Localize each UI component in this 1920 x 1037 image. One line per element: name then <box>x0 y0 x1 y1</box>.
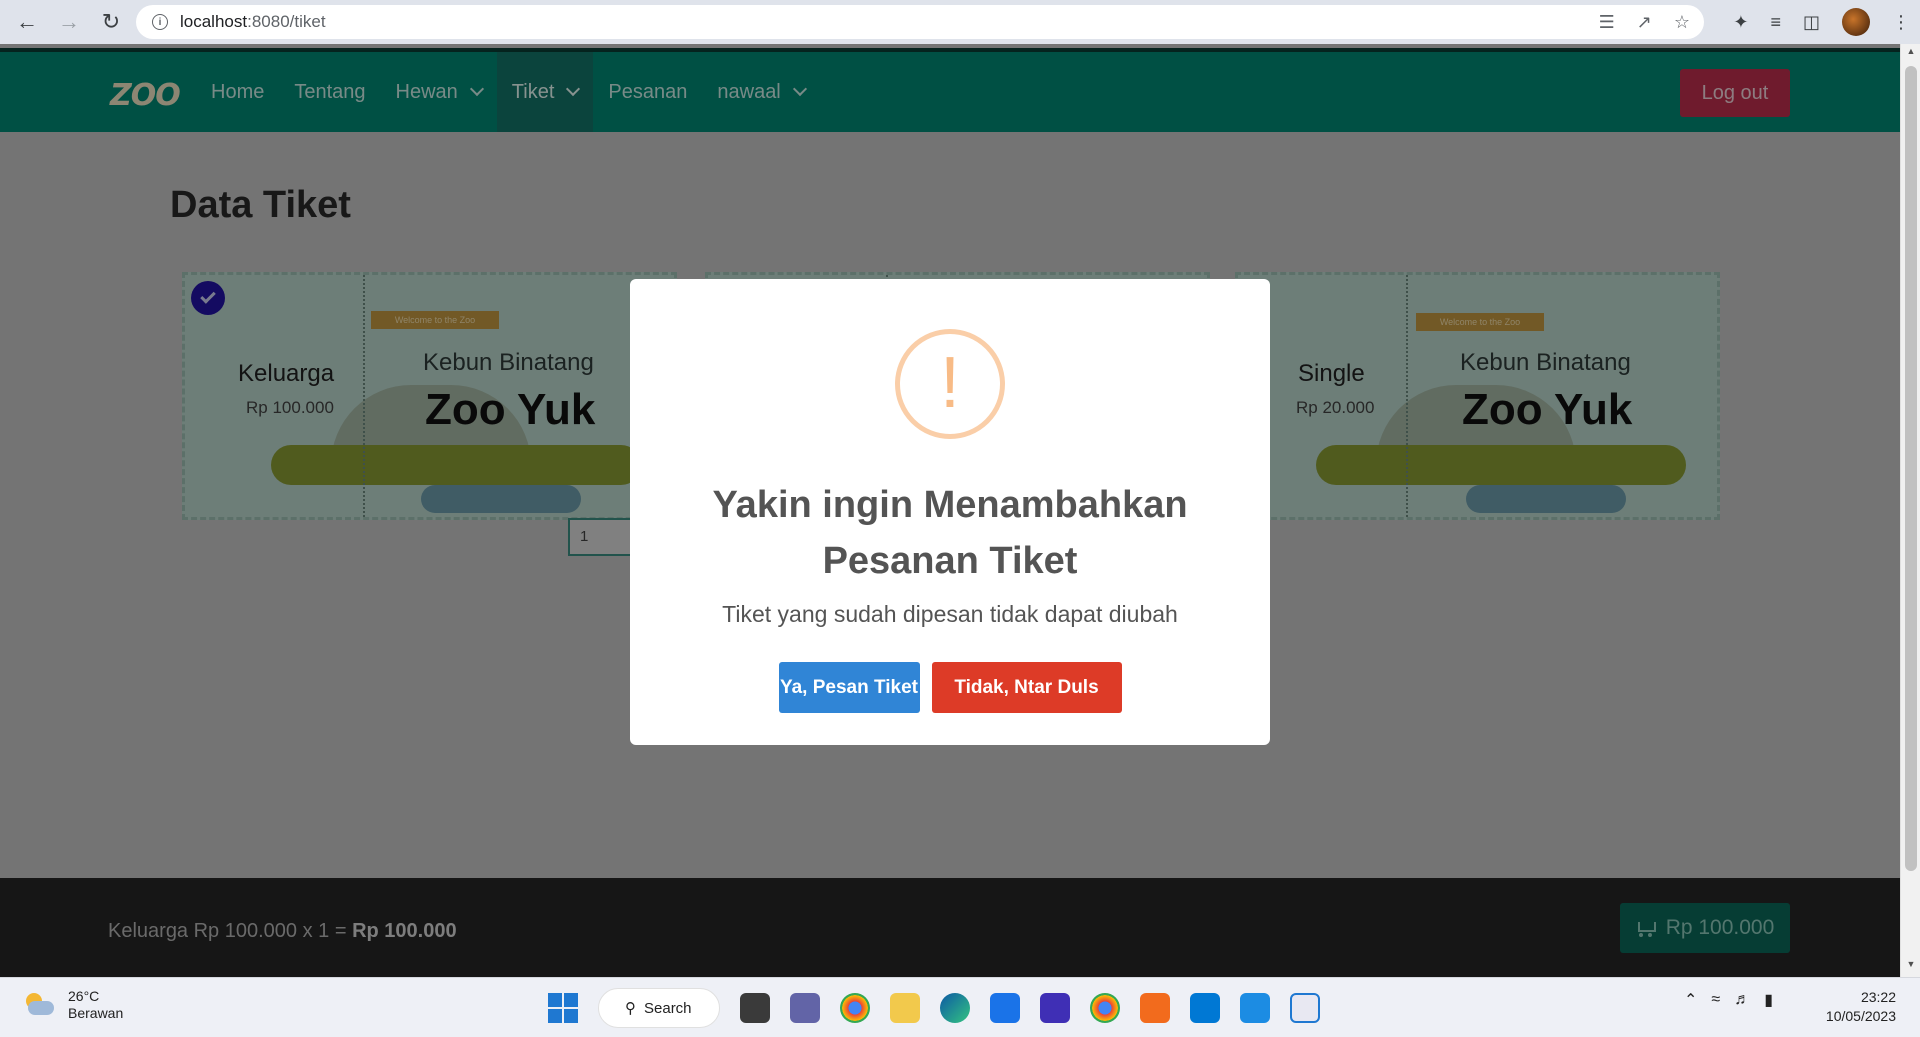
teams-chat-icon[interactable] <box>790 993 820 1023</box>
reload-icon[interactable]: ↻ <box>96 7 126 37</box>
battery-icon[interactable]: ▮ <box>1764 990 1773 1010</box>
scrollbar-thumb[interactable] <box>1905 66 1917 871</box>
dialog-message: Tiket yang sudah dipesan tidak dapat diu… <box>722 601 1178 627</box>
weather-widget[interactable]: 26°C Berawan <box>22 988 123 1022</box>
file-explorer-icon[interactable] <box>890 993 920 1023</box>
taskbar-search[interactable]: ⚲ Search <box>598 988 720 1028</box>
vscode-icon[interactable] <box>1190 993 1220 1023</box>
page-scrollbar[interactable]: ▲ ▼ <box>1900 44 1920 977</box>
menu-kebab-icon[interactable]: ⋮ <box>1892 12 1910 33</box>
wifi-icon[interactable]: ≈ <box>1711 991 1720 1009</box>
cancel-order-button[interactable]: Tidak, Ntar Duls <box>931 662 1122 713</box>
side-panel-icon[interactable]: ◫ <box>1803 12 1820 33</box>
share-icon[interactable]: ↗ <box>1637 12 1652 33</box>
warning-icon: ! <box>895 329 1005 439</box>
url-text: localhost:8080/tiket <box>180 12 326 32</box>
system-clock[interactable]: 23:22 10/05/2023 <box>1810 988 1896 1026</box>
reading-list-icon[interactable]: ≡ <box>1770 12 1781 33</box>
address-bar[interactable]: i localhost:8080/tiket ☰ ↗ ☆ <box>136 5 1704 39</box>
clock-time: 23:22 <box>1860 989 1896 1005</box>
paint-icon[interactable] <box>1240 993 1270 1023</box>
translate-icon[interactable]: ☰ <box>1599 12 1615 33</box>
confirm-order-dialog: ! Yakin ingin Menambahkan Pesanan Tiket … <box>630 279 1270 745</box>
taskbar-apps: ⚲ Search <box>548 986 1320 1030</box>
volume-icon[interactable]: ♬ <box>1734 991 1750 1009</box>
back-icon[interactable]: ← <box>12 7 42 37</box>
scroll-up-icon[interactable]: ▲ <box>1901 46 1920 62</box>
windows-taskbar: 26°C Berawan ⚲ Search ⌃ ≈ ♬ ▮ 23:22 10/05… <box>0 977 1920 1037</box>
bookmark-star-icon[interactable]: ☆ <box>1674 12 1690 33</box>
search-icon: ⚲ <box>625 1000 636 1017</box>
url-path: :8080/tiket <box>247 12 326 31</box>
confirm-order-button[interactable]: Ya, Pesan Tiket <box>778 662 920 713</box>
snipping-tool-icon[interactable] <box>1290 993 1320 1023</box>
clock-date: 10/05/2023 <box>1825 1008 1896 1024</box>
xampp-icon[interactable] <box>1140 993 1170 1023</box>
scroll-down-icon[interactable]: ▼ <box>1901 959 1920 975</box>
forward-icon[interactable]: → <box>54 7 84 37</box>
mail-icon[interactable] <box>990 993 1020 1023</box>
profile-avatar[interactable] <box>1842 8 1870 36</box>
weather-temperature: 26°C <box>68 988 100 1004</box>
chevron-up-icon[interactable]: ⌃ <box>1684 990 1697 1010</box>
edge-icon[interactable] <box>940 993 970 1023</box>
chrome-profile-icon[interactable] <box>1090 993 1120 1023</box>
url-host: localhost <box>180 12 248 31</box>
partly-cloudy-icon <box>22 993 56 1017</box>
browser-toolbar: ← → ↻ i localhost:8080/tiket ☰ ↗ ☆ ✦ ≡ ◫… <box>0 0 1920 44</box>
windows-start-icon[interactable] <box>548 993 578 1023</box>
extensions-icon[interactable]: ✦ <box>1733 12 1748 33</box>
system-tray: ⌃ ≈ ♬ ▮ <box>1684 990 1773 1010</box>
weather-description: Berawan <box>68 1005 124 1021</box>
chrome-icon[interactable] <box>840 993 870 1023</box>
search-label: Search <box>644 999 692 1017</box>
dialog-title: Yakin ingin Menambahkan Pesanan Tiket <box>712 484 1188 582</box>
dialog-actions: Ya, Pesan Tiket Tidak, Ntar Duls <box>630 662 1270 713</box>
notes-app-icon[interactable] <box>1040 993 1070 1023</box>
task-view-icon[interactable] <box>740 993 770 1023</box>
site-info-icon[interactable]: i <box>152 14 168 30</box>
